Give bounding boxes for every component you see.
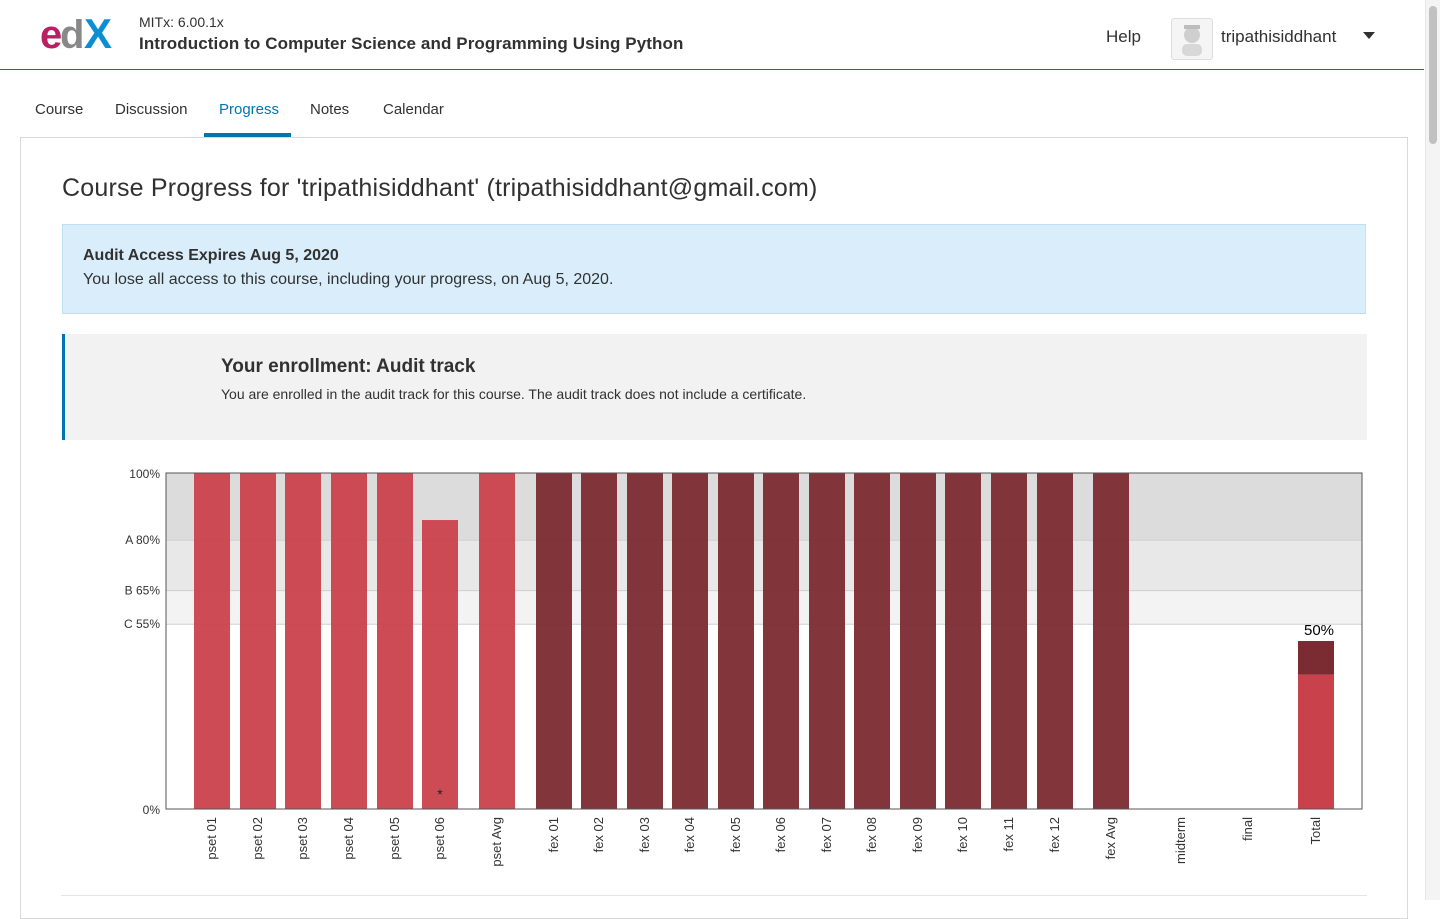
x-tick-label: fex Avg bbox=[1103, 817, 1118, 859]
bar bbox=[1037, 473, 1073, 809]
grade-cutoff-label: B 65% bbox=[125, 584, 161, 598]
bar bbox=[422, 520, 458, 809]
bar bbox=[536, 473, 572, 809]
total-grade-label: 50% bbox=[1304, 622, 1334, 639]
x-tick-label: pset 01 bbox=[204, 817, 219, 860]
y-tick-label: 0% bbox=[143, 803, 161, 817]
x-tick-label: pset 06 bbox=[432, 817, 447, 860]
grade-chart: A 80% B 65% C 55% 100% 0% pset 01 pset 02 pset … bbox=[124, 467, 1363, 867]
x-tick-label: pset Avg bbox=[489, 817, 504, 867]
bar bbox=[1298, 674, 1334, 809]
x-tick-label: fex 10 bbox=[955, 817, 970, 852]
x-tick-label: fex 05 bbox=[728, 817, 743, 852]
grade-cutoff-label: C 55% bbox=[124, 617, 160, 631]
bar bbox=[809, 473, 845, 809]
bar bbox=[581, 473, 617, 809]
divider bbox=[61, 895, 1367, 896]
bar bbox=[479, 473, 515, 809]
bar bbox=[991, 473, 1027, 809]
x-tick-label: fex 02 bbox=[591, 817, 606, 852]
y-tick-label: 100% bbox=[129, 467, 160, 481]
x-tick-label: fex 03 bbox=[637, 817, 652, 852]
bar bbox=[900, 473, 936, 809]
x-tick-label: fex 12 bbox=[1047, 817, 1062, 852]
bar bbox=[627, 473, 663, 809]
bar bbox=[854, 473, 890, 809]
bar bbox=[763, 473, 799, 809]
grade-cutoff-label: A 80% bbox=[125, 533, 160, 547]
x-tick-label: final bbox=[1240, 817, 1255, 841]
bar bbox=[377, 473, 413, 809]
bar bbox=[194, 473, 230, 809]
x-tick-label: pset 03 bbox=[295, 817, 310, 860]
x-tick-label: pset 02 bbox=[250, 817, 265, 860]
bar bbox=[1298, 641, 1334, 675]
x-tick-label: fex 06 bbox=[773, 817, 788, 852]
x-tick-label: fex 07 bbox=[819, 817, 834, 852]
bar bbox=[240, 473, 276, 809]
bar bbox=[945, 473, 981, 809]
bar bbox=[331, 473, 367, 809]
x-tick-label: Total bbox=[1308, 817, 1323, 845]
x-tick-label: pset 04 bbox=[341, 817, 356, 860]
x-tick-label: midterm bbox=[1173, 817, 1188, 864]
bar bbox=[1093, 473, 1129, 809]
scrollbar-thumb[interactable] bbox=[1429, 6, 1437, 144]
x-tick-label: fex 11 bbox=[1001, 817, 1016, 851]
x-tick-label: fex 08 bbox=[864, 817, 879, 852]
x-tick-label: fex 09 bbox=[910, 817, 925, 852]
x-tick-label: fex 04 bbox=[682, 817, 697, 852]
bar bbox=[672, 473, 708, 809]
dropped-score-marker: * bbox=[437, 786, 443, 802]
x-tick-label: pset 05 bbox=[387, 817, 402, 860]
bar bbox=[718, 473, 754, 809]
x-tick-label: fex 01 bbox=[546, 817, 561, 852]
bar bbox=[285, 473, 321, 809]
